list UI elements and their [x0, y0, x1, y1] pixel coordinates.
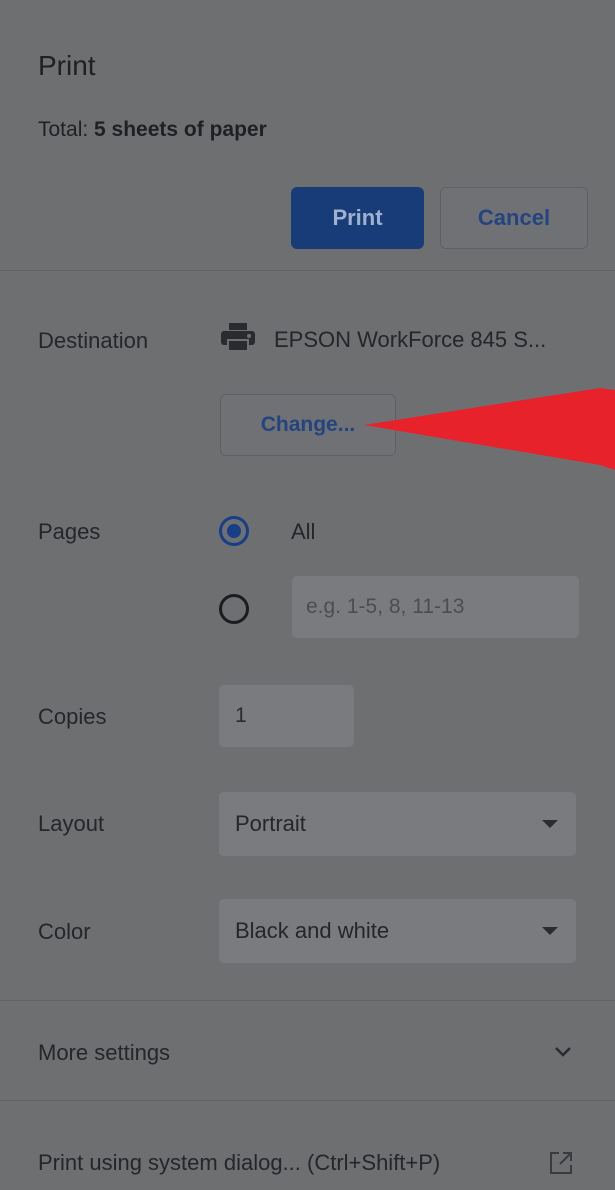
total-prefix: Total:: [38, 118, 95, 141]
footer-divider: [0, 1100, 615, 1101]
dropdown-caret-icon: [542, 820, 558, 828]
printer-icon: [220, 322, 256, 357]
settings-divider: [0, 1000, 615, 1001]
pages-all-label: All: [291, 519, 316, 544]
open-external-icon[interactable]: [548, 1150, 574, 1181]
total-value: 5 sheets of paper: [94, 118, 267, 141]
more-settings-toggle[interactable]: More settings: [38, 1040, 170, 1066]
layout-selected-value: Portrait: [235, 811, 306, 836]
print-dialog: Print Total: 5 sheets of paper Print Can…: [0, 0, 615, 1190]
pages-label: Pages: [38, 519, 101, 544]
header-divider: [0, 270, 615, 271]
color-label: Color: [38, 919, 91, 944]
destination-label: Destination: [38, 328, 149, 353]
printer-name: EPSON WorkForce 845 S...: [274, 326, 547, 352]
copies-label: Copies: [38, 704, 107, 729]
total-sheets: Total: 5 sheets of paper: [38, 118, 267, 142]
dialog-title: Print: [38, 50, 96, 81]
pages-custom-input[interactable]: e.g. 1-5, 8, 11-13: [292, 576, 579, 638]
copies-input[interactable]: 1: [219, 685, 354, 747]
cancel-button[interactable]: Cancel: [440, 187, 588, 249]
destination-value: EPSON WorkForce 845 S...: [220, 322, 546, 357]
chevron-down-icon[interactable]: [553, 1045, 573, 1064]
print-button[interactable]: Print: [291, 187, 424, 249]
pages-custom-radio[interactable]: [219, 594, 249, 624]
system-dialog-link[interactable]: Print using system dialog... (Ctrl+Shift…: [38, 1150, 440, 1176]
layout-label: Layout: [38, 811, 105, 836]
color-selected-value: Black and white: [235, 918, 390, 943]
dropdown-caret-icon: [542, 927, 558, 935]
layout-select[interactable]: Portrait: [219, 792, 576, 856]
red-arrow-annotation: [364, 388, 615, 470]
pages-all-radio[interactable]: [219, 516, 249, 546]
color-select[interactable]: Black and white: [219, 899, 576, 963]
